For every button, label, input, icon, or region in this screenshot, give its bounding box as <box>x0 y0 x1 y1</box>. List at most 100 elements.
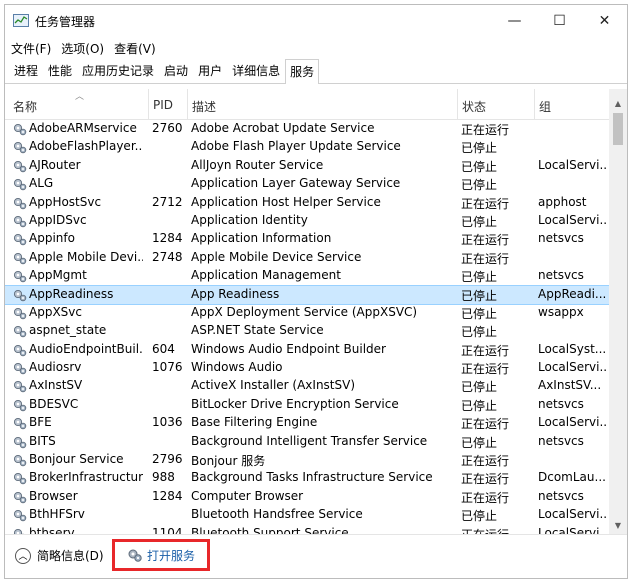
service-description: Application Management <box>191 268 341 283</box>
column-header-name[interactable]: 名称 <box>13 98 37 115</box>
service-description: ASP.NET State Service <box>191 323 324 338</box>
service-name: AJRouter <box>29 157 81 172</box>
service-gear-icon <box>13 381 27 393</box>
service-group: netsvcs <box>538 488 584 503</box>
column-header-group[interactable]: 组 <box>539 98 551 115</box>
service-status: 正在运行 <box>461 123 510 137</box>
service-status: 正在运行 <box>461 343 510 358</box>
service-pid: 1104 <box>152 525 183 534</box>
service-pid: 1284 <box>152 488 183 503</box>
service-status: 已停止 <box>461 509 498 524</box>
service-description: Windows Audio <box>191 360 283 375</box>
tab-users[interactable]: 用户 <box>193 58 227 83</box>
service-name: Apple Mobile Devi... <box>29 249 143 264</box>
menu-file[interactable]: 文件(F) <box>11 40 51 57</box>
table-row[interactable]: AxInstSV ActiveX Installer (AxInstSV) 已停止 A… <box>5 377 609 395</box>
table-row[interactable]: BITS Background Intelligent Transfer Serv… <box>5 433 609 451</box>
scroll-down-arrow-icon[interactable]: ▼ <box>609 517 627 534</box>
service-pid: 1036 <box>152 415 183 430</box>
table-row[interactable]: BrokerInfrastructure 988 Background Tasks … <box>5 469 609 487</box>
minimize-button[interactable]: — <box>492 5 537 37</box>
table-row[interactable]: AppHostSvc 2712 Application Host Helper Se… <box>5 194 609 212</box>
service-name: AudioEndpointBuil... <box>29 341 143 356</box>
service-description: Adobe Flash Player Update Service <box>191 139 401 154</box>
column-divider[interactable] <box>187 89 188 119</box>
service-gear-icon <box>13 326 27 338</box>
service-gear-icon <box>13 418 27 430</box>
service-name: AppIDSvc <box>29 212 87 227</box>
table-row[interactable]: AudioEndpointBuil... 604 Windows Audio End… <box>5 341 609 359</box>
tab-details[interactable]: 详细信息 <box>227 58 285 83</box>
service-gear-icon <box>13 234 27 246</box>
table-row[interactable]: AdobeARMservice 2760 Adobe Acrobat Update … <box>5 120 609 138</box>
table-row[interactable]: BFE 1036 Base Filtering Engine 正在运行 LocalSer… <box>5 414 609 432</box>
service-group: netsvcs <box>538 268 584 283</box>
table-row[interactable]: Appinfo 1284 Application Information 正在运行 ne… <box>5 230 609 248</box>
service-pid: 2748 <box>152 249 183 264</box>
menu-options[interactable]: 选项(O) <box>61 40 104 57</box>
scrollbar-thumb[interactable] <box>613 113 623 145</box>
column-header-description[interactable]: 描述 <box>192 98 216 115</box>
table-header: ︿ 名称 PID 描述 状态 组 <box>5 89 609 120</box>
service-status: 正在运行 <box>461 196 510 211</box>
table-row[interactable]: AJRouter AllJoyn Router Service 已停止 LocalSe… <box>5 157 609 175</box>
column-divider[interactable] <box>457 89 458 119</box>
service-name: Browser <box>29 488 78 503</box>
open-services-button[interactable]: 打开服务 <box>112 539 210 571</box>
table-row[interactable]: aspnet_state ASP.NET State Service 已停止 <box>5 322 609 340</box>
service-status: 已停止 <box>461 159 498 174</box>
service-gear-icon <box>13 510 27 522</box>
service-name: AppReadiness <box>29 286 114 301</box>
service-gear-icon <box>13 271 27 283</box>
services-gear-icon <box>128 549 142 562</box>
table-row[interactable]: AdobeFlashPlayer... Adobe Flash Player Up… <box>5 138 609 156</box>
service-status: 正在运行 <box>461 233 510 248</box>
column-header-status[interactable]: 状态 <box>462 98 486 115</box>
scroll-up-arrow-icon[interactable]: ▲ <box>609 95 627 112</box>
service-group: LocalServi... <box>538 525 608 534</box>
table-row[interactable]: BthHFSrv Bluetooth Handsfree Service 已停止 Lo… <box>5 506 609 524</box>
service-description: ActiveX Installer (AxInstSV) <box>191 378 356 393</box>
table-row[interactable]: AppMgmt Application Management 已停止 netsvcs <box>5 267 609 285</box>
table-row[interactable]: bthserv 1104 Bluetooth Support Service 正在运行… <box>5 525 609 534</box>
table-row[interactable]: Audiosrv 1076 Windows Audio 正在运行 LocalServi.… <box>5 359 609 377</box>
tab-app-history[interactable]: 应用历史记录 <box>77 58 159 83</box>
service-group: LocalServi... <box>538 157 608 172</box>
table-row[interactable]: AppReadiness App Readiness 已停止 AppReadi... <box>5 284 609 305</box>
sort-ascending-icon: ︿ <box>75 92 85 102</box>
service-pid: 988 <box>152 470 175 485</box>
service-name: Bonjour Service <box>29 452 124 467</box>
service-gear-icon <box>13 363 27 375</box>
table-row[interactable]: AppIDSvc Application Identity 已停止 LocalServ… <box>5 212 609 230</box>
table-row[interactable]: Bonjour Service 2796 Bonjour 服务 正在运行 <box>5 451 609 469</box>
table-row[interactable]: Browser 1284 Computer Browser 正在运行 netsvcs <box>5 488 609 506</box>
service-pid: 1284 <box>152 231 183 246</box>
service-gear-icon <box>13 215 27 228</box>
service-description: Bluetooth Support Service <box>191 525 349 534</box>
vertical-scrollbar[interactable]: ▲ ▼ <box>609 89 627 534</box>
tab-services[interactable]: 服务 <box>285 59 320 84</box>
brief-info-button[interactable]: ︿ 简略信息(D) <box>15 547 104 564</box>
tab-processes[interactable]: 进程 <box>9 58 43 83</box>
table-row[interactable]: AppXSvc AppX Deployment Service (AppXSVC)… <box>5 304 609 322</box>
service-description: Background Tasks Infrastructure Service <box>191 470 433 485</box>
table-row[interactable]: ALG Application Layer Gateway Service 已停止 <box>5 175 609 193</box>
column-divider[interactable] <box>534 89 535 119</box>
maximize-button[interactable]: ☐ <box>537 5 582 37</box>
table-row[interactable]: BDESVC BitLocker Drive Encryption Service… <box>5 396 609 414</box>
service-name: BthHFSrv <box>29 507 85 522</box>
service-group: LocalServi... <box>538 507 608 522</box>
title-bar: 任务管理器 — ☐ ✕ <box>5 5 627 37</box>
service-name: bthserv <box>29 525 75 534</box>
menu-view[interactable]: 查看(V) <box>114 40 156 57</box>
close-button[interactable]: ✕ <box>582 5 627 37</box>
service-status: 已停止 <box>461 306 498 321</box>
service-group: LocalSyst... <box>538 341 607 356</box>
column-divider[interactable] <box>148 89 149 119</box>
table-body: AdobeARMservice 2760 Adobe Acrobat Update … <box>5 120 609 534</box>
table-row[interactable]: Apple Mobile Devi... 2748 Apple Mobile Dev… <box>5 249 609 267</box>
column-header-pid[interactable]: PID <box>153 98 173 112</box>
service-status: 正在运行 <box>461 417 510 432</box>
tab-performance[interactable]: 性能 <box>43 58 77 83</box>
tab-startup[interactable]: 启动 <box>159 58 193 83</box>
